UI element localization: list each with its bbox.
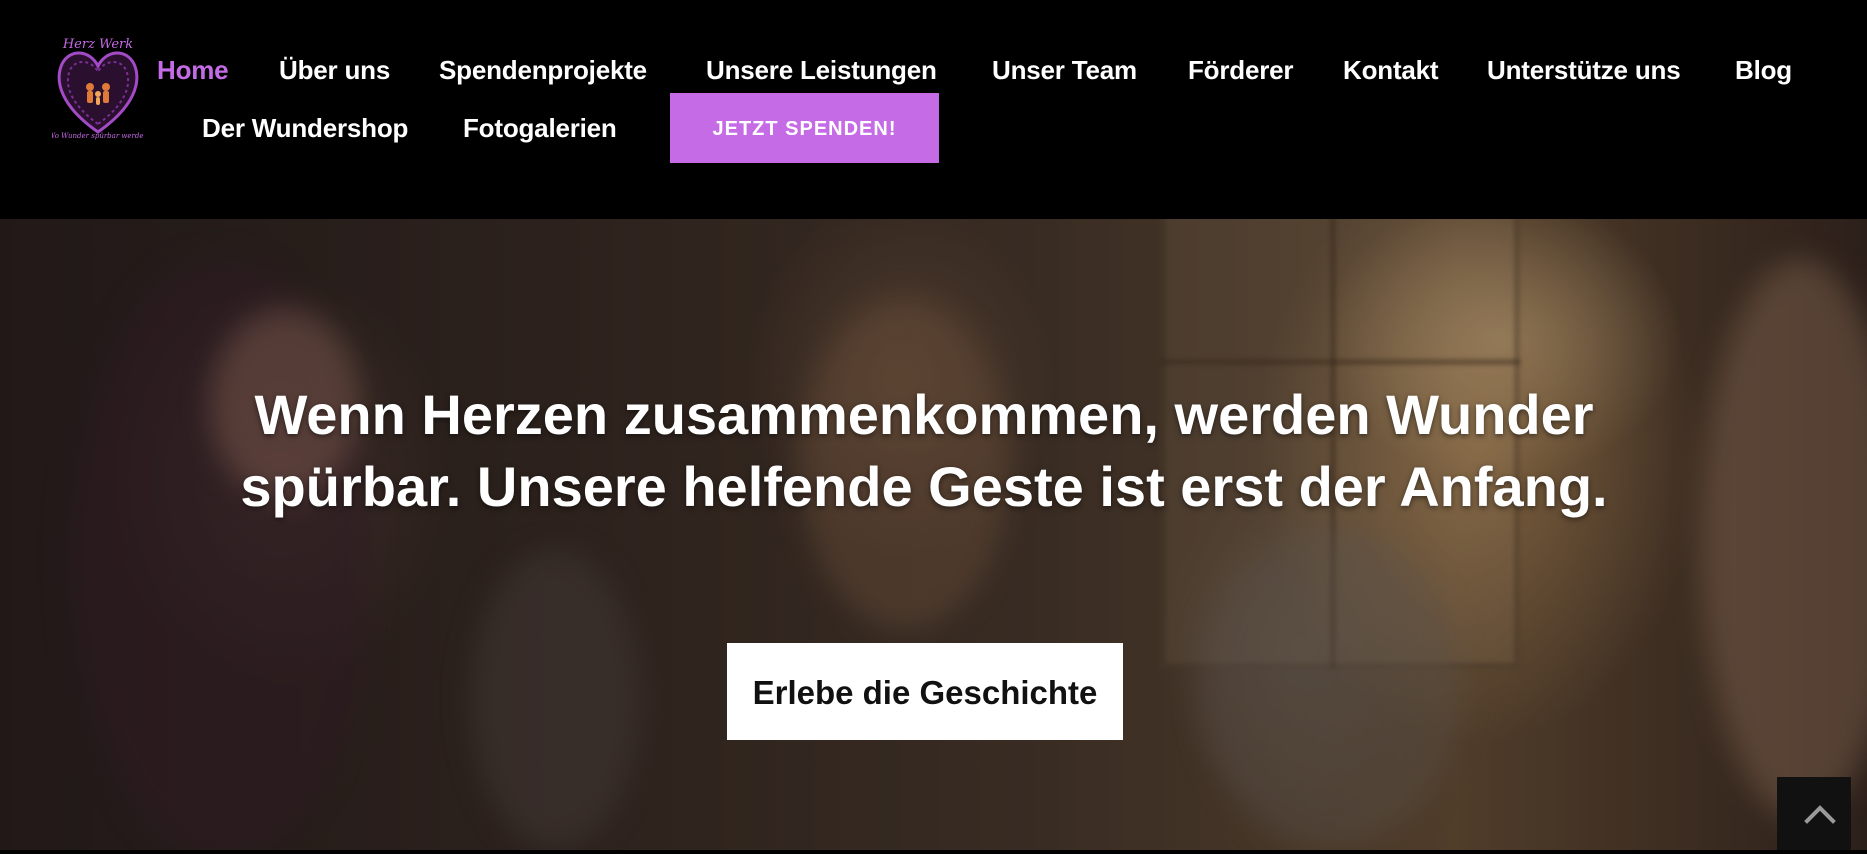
donate-button[interactable]: JETZT SPENDEN!: [670, 93, 939, 163]
nav-item-unterstuetze-uns[interactable]: Unterstütze uns: [1487, 54, 1681, 86]
hero-headline: Wenn Herzen zusammenkommen, werden Wunde…: [240, 383, 1608, 518]
main-nav: Home Über uns Spendenprojekte Unsere Lei…: [0, 0, 1867, 219]
nav-item-fotogalerien[interactable]: Fotogalerien: [463, 112, 617, 144]
nav-item-blog[interactable]: Blog: [1735, 54, 1792, 86]
chevron-up-icon: [1804, 805, 1836, 824]
story-cta-button[interactable]: Erlebe die Geschichte: [727, 643, 1123, 740]
hero-section: Wenn Herzen zusammenkommen, werden Wunde…: [0, 219, 1867, 850]
nav-item-unsere-leistungen[interactable]: Unsere Leistungen: [706, 54, 937, 86]
nav-item-ueber-uns[interactable]: Über uns: [279, 54, 390, 86]
nav-item-wundershop[interactable]: Der Wundershop: [202, 112, 408, 144]
nav-item-spendenprojekte[interactable]: Spendenprojekte: [439, 54, 647, 86]
nav-item-foerderer[interactable]: Förderer: [1188, 54, 1294, 86]
scroll-to-top-button[interactable]: [1777, 777, 1851, 850]
nav-item-kontakt[interactable]: Kontakt: [1343, 54, 1439, 86]
nav-item-unser-team[interactable]: Unser Team: [992, 54, 1137, 86]
nav-item-home[interactable]: Home: [157, 54, 229, 86]
site-header: Herz Werk Wo Wunder spürbar werden Home …: [0, 0, 1867, 219]
